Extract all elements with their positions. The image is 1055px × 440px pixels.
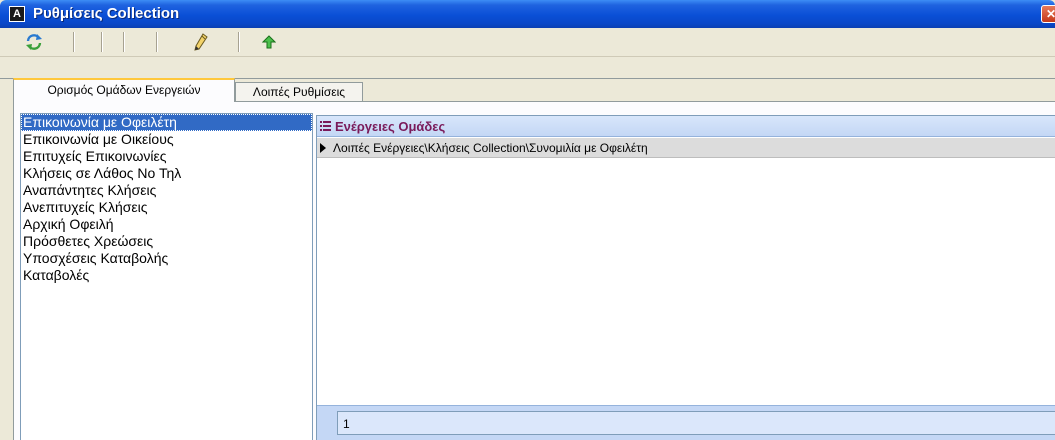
- tab-action-groups[interactable]: Ορισμός Ομάδων Ενεργειών: [13, 78, 235, 102]
- column-list-icon: [320, 121, 331, 131]
- settings-window: A Ρυθμίσεις Collection ✕ Ορισμός Ομάδων …: [0, 0, 1055, 440]
- column-header-label: Ενέργειες Ομάδες: [335, 119, 446, 134]
- list-item[interactable]: Αναπάντητες Κλήσεις: [21, 182, 312, 199]
- toolbar-separator: [73, 32, 75, 52]
- tab-other-settings[interactable]: Λοιπές Ρυθμίσεις: [235, 82, 363, 102]
- toolbar-separator: [156, 32, 158, 52]
- edit-button[interactable]: [190, 31, 212, 53]
- toolbar-separator: [238, 32, 240, 52]
- list-item[interactable]: Υποσχέσεις Καταβολής: [21, 250, 312, 267]
- group-list[interactable]: Επικοινωνία με Οφειλέτη Επικοινωνία με Ο…: [20, 113, 313, 440]
- refresh-icon: [26, 34, 42, 50]
- list-item[interactable]: Αρχική Οφειλή: [21, 216, 312, 233]
- table-row[interactable]: Λοιπές Ενέργειες\Κλήσεις Collection\Συνο…: [317, 138, 1055, 158]
- actions-grid: Ενέργειες Ομάδες Λοιπές Ενέργειες\Κλήσει…: [316, 115, 1055, 440]
- list-item[interactable]: Κλήσεις σε Λάθος Νο Τηλ: [21, 165, 312, 182]
- current-row-indicator-icon: [320, 143, 326, 153]
- toolbar: [0, 28, 1055, 57]
- title-bar[interactable]: A Ρυθμίσεις Collection ✕: [0, 0, 1055, 28]
- close-button[interactable]: ✕: [1041, 5, 1055, 23]
- refresh-button[interactable]: [23, 31, 45, 53]
- window-title: Ρυθμίσεις Collection: [33, 5, 180, 22]
- table-cell: Λοιπές Ενέργειες\Κλήσεις Collection\Συνο…: [333, 141, 648, 155]
- app-logo-icon: A: [9, 6, 25, 22]
- list-item[interactable]: Επιτυχείς Επικοινωνίες: [21, 148, 312, 165]
- grid-column-header[interactable]: Ενέργειες Ομάδες: [317, 116, 1055, 137]
- list-item[interactable]: Πρόσθετες Χρεώσεις: [21, 233, 312, 250]
- list-item[interactable]: Ανεπιτυχείς Κλήσεις: [21, 199, 312, 216]
- toolbar-separator: [123, 32, 125, 52]
- list-item[interactable]: Καταβολές: [21, 267, 312, 284]
- grid-footer: 1: [317, 405, 1055, 440]
- arrow-up-icon: [262, 35, 276, 49]
- edit-pencil-icon: [194, 33, 208, 51]
- record-count: 1: [343, 417, 350, 431]
- move-up-button[interactable]: [258, 31, 280, 53]
- toolbar-separator: [101, 32, 103, 52]
- list-item[interactable]: Επικοινωνία με Οφειλέτη: [21, 114, 312, 131]
- record-count-cell: 1: [337, 411, 1055, 435]
- list-item[interactable]: Επικοινωνία με Οικείους: [21, 131, 312, 148]
